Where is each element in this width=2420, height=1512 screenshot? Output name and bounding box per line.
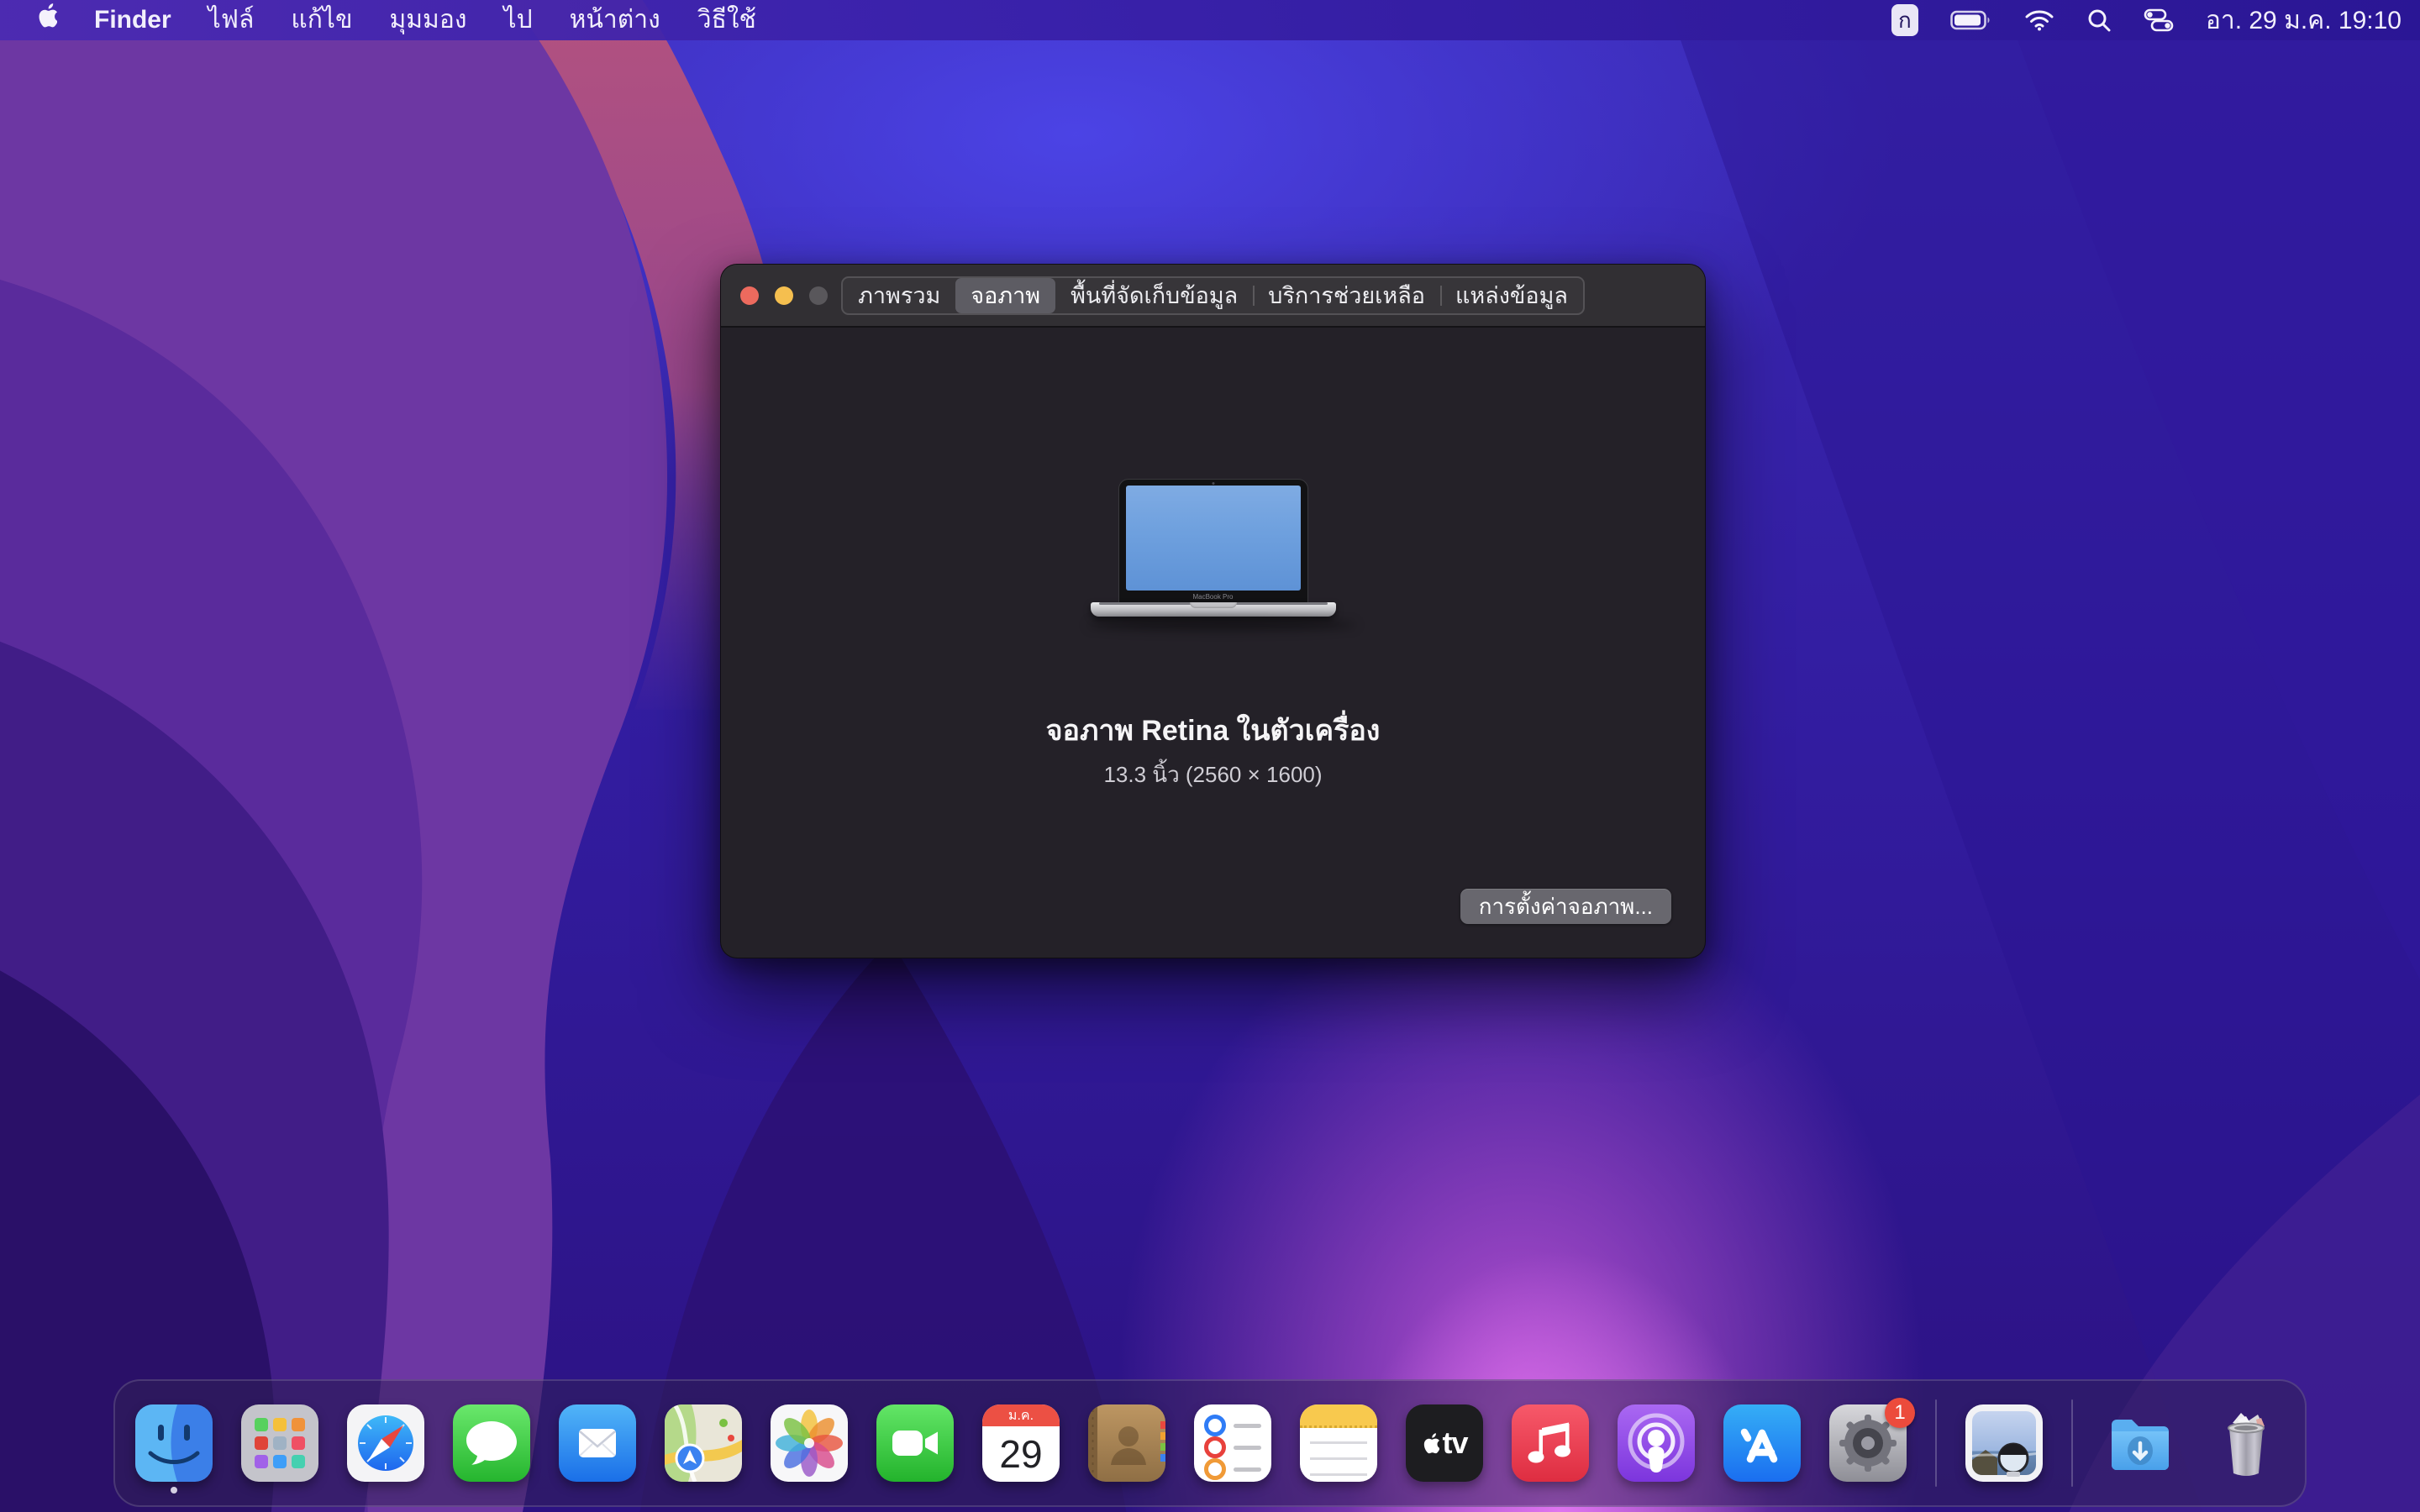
dock-separator: [2071, 1399, 2073, 1487]
menu-window[interactable]: หน้าต่าง: [570, 0, 660, 40]
photos-icon: [771, 1404, 848, 1482]
close-button[interactable]: [740, 286, 759, 305]
dock: ม.ค. 29: [113, 1379, 2307, 1507]
downloads-folder-icon: [2102, 1404, 2179, 1482]
spotlight-icon[interactable]: [2086, 8, 2112, 33]
displays-pane: MacBook Pro จอภาพ Retina ในตัวเครื่อง 13…: [721, 328, 1705, 958]
desktop: { "menu_bar": { "apple_icon": "apple-log…: [0, 0, 2420, 1512]
input-source-indicator[interactable]: ก: [1891, 4, 1918, 36]
reminders-icon: [1194, 1404, 1271, 1482]
macbook-shadow: [1087, 620, 1356, 630]
tab-overview[interactable]: ภาพรวม: [843, 278, 955, 313]
apple-menu[interactable]: [35, 0, 57, 40]
menu-bar-left: Finder ไฟล์ แก้ไข มุมมอง ไป หน้าต่าง วิธ…: [0, 0, 756, 40]
zoom-button-disabled: [809, 286, 828, 305]
dock-item-calendar[interactable]: ม.ค. 29: [982, 1404, 1060, 1482]
macbook-base: [1091, 602, 1336, 617]
tv-apple-glyph: [1421, 1432, 1439, 1454]
messages-icon: [453, 1404, 530, 1482]
display-resolution: 13.3 นิ้ว (2560 × 1600): [721, 758, 1705, 792]
traffic-lights: [740, 265, 828, 326]
menu-file[interactable]: ไฟล์: [208, 0, 255, 40]
dock-item-podcasts[interactable]: [1618, 1404, 1695, 1482]
tab-support[interactable]: บริการช่วยเหลือ: [1253, 278, 1440, 313]
menu-app-name[interactable]: Finder: [94, 0, 171, 40]
music-icon: [1512, 1404, 1589, 1482]
menu-bar-status: ก: [1891, 1, 2420, 40]
tab-resources[interactable]: แหล่งข้อมูล: [1440, 278, 1583, 313]
dock-item-safari[interactable]: [347, 1404, 424, 1482]
dock-separator: [1935, 1399, 1937, 1487]
display-settings-button[interactable]: การตั้งค่าจอภาพ...: [1460, 889, 1671, 924]
wifi-icon[interactable]: [2024, 8, 2054, 32]
battery-icon[interactable]: [1950, 9, 1992, 31]
tab-storage[interactable]: พื้นที่จัดเก็บข้อมูล: [1055, 278, 1253, 313]
menu-view[interactable]: มุมมอง: [390, 0, 467, 40]
safari-icon: [347, 1404, 424, 1482]
menu-go[interactable]: ไป: [504, 0, 533, 40]
macbook-camera-dot: [1212, 482, 1214, 485]
dock-item-finder[interactable]: [135, 1404, 213, 1482]
tv-label: tv: [1442, 1425, 1467, 1461]
dock-item-maps[interactable]: [665, 1404, 742, 1482]
macbook-illustration: MacBook Pro: [1087, 479, 1339, 630]
menu-edit[interactable]: แก้ไข: [291, 0, 352, 40]
maps-icon: [665, 1404, 742, 1482]
trash-icon: [2207, 1404, 2285, 1482]
tab-displays[interactable]: จอภาพ: [955, 278, 1055, 313]
launchpad-icon: [241, 1404, 318, 1482]
facetime-icon: [876, 1404, 954, 1482]
preview-minimized-window-icon: [1965, 1404, 2043, 1482]
dock-item-music[interactable]: [1512, 1404, 1589, 1482]
notes-icon: [1300, 1404, 1377, 1482]
dock-item-contacts[interactable]: [1088, 1404, 1165, 1482]
menu-bar: Finder ไฟล์ แก้ไข มุมมอง ไป หน้าต่าง วิธ…: [0, 0, 2420, 40]
dock-item-trash[interactable]: [2207, 1404, 2285, 1482]
tv-icon: tv: [1406, 1404, 1483, 1482]
apple-icon: [35, 3, 57, 28]
macbook-screen: MacBook Pro: [1118, 479, 1308, 603]
appstore-icon: [1723, 1404, 1801, 1482]
dock-item-messages[interactable]: [453, 1404, 530, 1482]
finder-running-indicator: [171, 1487, 177, 1494]
dock-item-photos[interactable]: [771, 1404, 848, 1482]
minimize-button[interactable]: [775, 286, 793, 305]
macbook-display-blue: [1126, 486, 1301, 591]
settings-notification-badge: 1: [1885, 1398, 1915, 1428]
toolbar-tabs: ภาพรวม จอภาพ พื้นที่จัดเก็บข้อมูล บริการ…: [841, 276, 1585, 315]
control-center-icon[interactable]: [2144, 8, 2174, 32]
dock-item-mail[interactable]: [559, 1404, 636, 1482]
dock-item-preview-window[interactable]: [1965, 1404, 2043, 1482]
dock-item-reminders[interactable]: [1194, 1404, 1271, 1482]
menu-help[interactable]: วิธีใช้: [697, 0, 756, 40]
dock-item-appstore[interactable]: [1723, 1404, 1801, 1482]
dock-item-downloads[interactable]: [2102, 1404, 2179, 1482]
menu-bar-clock[interactable]: อา. 29 ม.ค. 19:10: [2206, 1, 2402, 40]
mail-icon: [559, 1404, 636, 1482]
dock-item-facetime[interactable]: [876, 1404, 954, 1482]
macbook-model-label: MacBook Pro: [1119, 592, 1307, 601]
contacts-icon: [1088, 1404, 1165, 1482]
dock-item-notes[interactable]: [1300, 1404, 1377, 1482]
calendar-icon: ม.ค. 29: [982, 1404, 1060, 1482]
display-title: จอภาพ Retina ในตัวเครื่อง: [721, 707, 1705, 753]
dock-item-tv[interactable]: tv: [1406, 1404, 1483, 1482]
calendar-month: ม.ค.: [982, 1404, 1060, 1426]
podcasts-icon: [1618, 1404, 1695, 1482]
dock-item-launchpad[interactable]: [241, 1404, 318, 1482]
dock-item-system-preferences[interactable]: 1: [1829, 1404, 1907, 1482]
about-this-mac-window: ภาพรวม จอภาพ พื้นที่จัดเก็บข้อมูล บริการ…: [720, 264, 1706, 958]
calendar-day: 29: [982, 1426, 1060, 1482]
finder-icon: [135, 1404, 213, 1482]
window-titlebar[interactable]: ภาพรวม จอภาพ พื้นที่จัดเก็บข้อมูล บริการ…: [721, 265, 1705, 328]
